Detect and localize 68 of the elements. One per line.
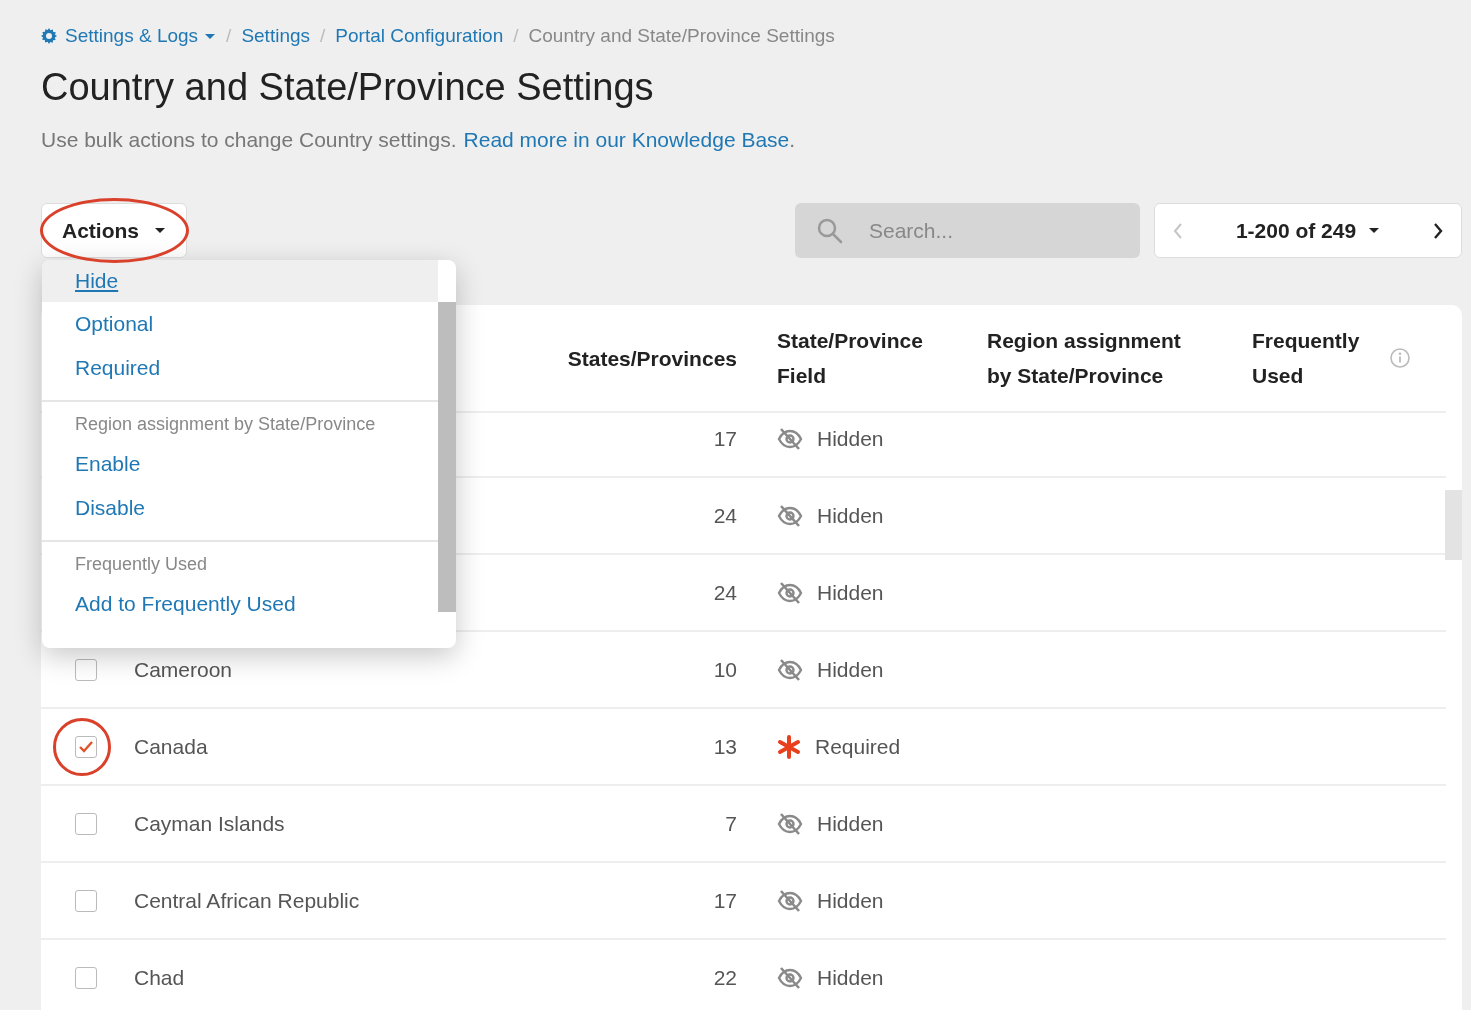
- knowledge-base-link[interactable]: Read more in our Knowledge Base: [463, 125, 790, 155]
- state-count: 24: [712, 502, 737, 529]
- eye-slash-icon: [777, 811, 803, 836]
- state-count: 24: [712, 579, 737, 606]
- state-count: 10: [712, 656, 737, 683]
- menu-item[interactable]: Add to Frequently Used: [42, 582, 438, 626]
- eye-slash-icon: [777, 965, 803, 990]
- eye-slash-icon: [777, 888, 803, 913]
- eye-slash-icon: [777, 503, 803, 528]
- field-status: Hidden: [817, 579, 884, 606]
- intro-text: Use bulk actions to change Country settings.: [41, 127, 457, 153]
- menu-item[interactable]: Optional: [42, 302, 438, 346]
- state-count: 13: [712, 733, 737, 760]
- country-name: Cameroon: [134, 656, 234, 683]
- row-checkbox[interactable]: [75, 735, 97, 758]
- intro-period: .: [789, 127, 796, 153]
- table-scrollbar[interactable]: [1445, 490, 1462, 560]
- eye-slash-icon: [777, 580, 803, 605]
- country-name: Chad: [134, 964, 186, 991]
- info-icon: [1389, 347, 1411, 369]
- caret-icon: [1368, 227, 1381, 234]
- menu-heading: Region assignment by State/Province: [74, 413, 377, 436]
- asterisk-icon: [777, 734, 801, 759]
- settings-menu-link[interactable]: Settings & Logs: [41, 22, 217, 50]
- field-status: Hidden: [817, 425, 884, 452]
- row-checkbox[interactable]: [75, 812, 97, 835]
- search-field[interactable]: Search...: [795, 203, 1140, 258]
- field-status: Required: [815, 733, 901, 760]
- menu-item[interactable]: Disable: [42, 486, 438, 530]
- column-header: State/Province Field: [777, 328, 924, 389]
- field-status: Hidden: [817, 887, 884, 914]
- state-count: 17: [712, 887, 737, 914]
- actions-button[interactable]: Actions: [41, 203, 187, 258]
- check-icon: [79, 740, 93, 753]
- country-name: Central African Republic: [134, 887, 361, 914]
- gear-icon: [41, 28, 57, 44]
- field-status: Hidden: [817, 810, 884, 837]
- eye-slash-icon: [777, 657, 803, 682]
- row-checkbox[interactable]: [75, 658, 97, 681]
- field-status: Hidden: [817, 502, 884, 529]
- menu-item[interactable]: Enable: [42, 442, 438, 486]
- menu-item[interactable]: Required: [42, 346, 438, 390]
- state-count: 7: [724, 810, 737, 837]
- breadcrumb-link[interactable]: Settings: [241, 22, 311, 50]
- breadcrumb-separator: /: [226, 24, 232, 48]
- breadcrumb-separator: /: [513, 24, 519, 48]
- breadcrumb-link[interactable]: Portal Configuration: [335, 22, 504, 50]
- breadcrumb-separator: /: [320, 24, 326, 48]
- field-status: Hidden: [817, 964, 884, 991]
- column-header: Frequently Used: [1252, 328, 1361, 389]
- breadcrumb-current: Country and State/Province Settings: [528, 24, 835, 48]
- country-name: Canada: [134, 733, 209, 760]
- menu-item[interactable]: Hide: [42, 260, 438, 302]
- caret-icon: [204, 32, 217, 40]
- page-title: Country and State/Province Settings: [41, 65, 655, 110]
- menu-scrollbar[interactable]: [438, 302, 456, 612]
- country-name: Cayman Islands: [134, 810, 286, 837]
- row-checkbox[interactable]: [75, 966, 97, 989]
- chevron-right-icon: [1433, 222, 1443, 239]
- state-count: 17: [712, 425, 737, 452]
- menu-heading: Frequently Used: [74, 553, 209, 576]
- field-status: Hidden: [817, 656, 884, 683]
- row-checkbox[interactable]: [75, 889, 97, 912]
- state-count: 22: [712, 964, 737, 991]
- caret-icon: [154, 227, 166, 234]
- column-header: States/Provinces: [566, 345, 737, 372]
- eye-slash-icon: [777, 426, 803, 451]
- column-header: Region assignment by State/Province: [987, 328, 1182, 389]
